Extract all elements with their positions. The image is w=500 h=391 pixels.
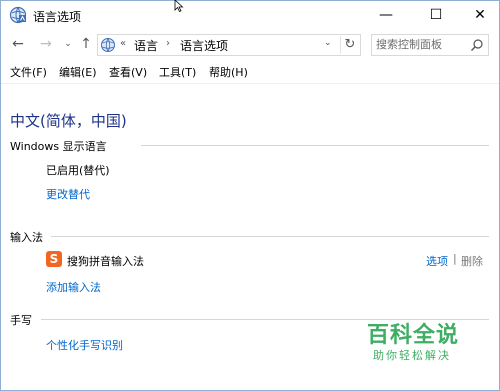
ime-options-link[interactable]: 选项 [426, 253, 448, 269]
back-arrow-icon[interactable]: ← [9, 35, 27, 53]
handwriting-label: 手写 [10, 312, 38, 328]
menu-tools[interactable]: 工具(T) [159, 64, 196, 80]
search-icon[interactable] [470, 38, 484, 52]
menu-bar: 文件(F) 编辑(E) 查看(V) 工具(T) 帮助(H) [1, 63, 499, 81]
breadcrumb-overflow[interactable]: « [120, 38, 126, 49]
menu-divider [1, 83, 499, 84]
forward-arrow-icon[interactable]: → [37, 35, 55, 53]
menu-file[interactable]: 文件(F) [10, 64, 47, 80]
watermark-slogan: 助你轻松解决 [373, 349, 451, 362]
link-separator: | [453, 252, 457, 265]
breadcrumb-separator-icon[interactable]: › [166, 38, 170, 49]
navigation-bar: ← → ⌄ ↑ « 语言 › 语言选项 ⌄ ↻ [1, 31, 499, 59]
maximize-button[interactable]: ☐ [413, 1, 459, 29]
recent-locations-chevron-icon[interactable]: ⌄ [59, 35, 77, 53]
display-language-status: 已启用(替代) [46, 164, 110, 177]
refresh-icon[interactable]: ↻ [340, 36, 359, 54]
search-box[interactable] [371, 34, 489, 56]
personalize-handwriting-link[interactable]: 个性化手写识别 [46, 337, 123, 353]
change-override-link[interactable]: 更改替代 [46, 186, 90, 202]
ime-remove-link[interactable]: 删除 [461, 253, 483, 269]
display-language-label: Windows 显示语言 [10, 138, 113, 154]
address-bar[interactable]: « 语言 › 语言选项 ⌄ ↻ [97, 34, 361, 56]
close-button[interactable]: ✕ [457, 1, 499, 29]
add-input-method-link[interactable]: 添加输入法 [46, 279, 101, 295]
breadcrumb-language-options[interactable]: 语言选项 [180, 37, 228, 54]
mouse-cursor-icon [174, 0, 184, 12]
up-arrow-icon[interactable]: ↑ [77, 35, 95, 53]
control-panel-language-icon [9, 6, 27, 24]
sogou-ime-icon: S [46, 251, 62, 267]
menu-help[interactable]: 帮助(H) [209, 64, 248, 80]
address-dropdown-icon[interactable]: ⌄ [324, 38, 332, 48]
input-method-label: 输入法 [10, 229, 49, 245]
window-title: 语言选项 [33, 10, 82, 24]
language-options-window: 语言选项 — ☐ ✕ ← → ⌄ ↑ « 语言 › 语言选项 ⌄ ↻ 搜索控制面… [0, 0, 500, 391]
menu-view[interactable]: 查看(V) [109, 64, 147, 80]
watermark-logo-text: 百科全说 [367, 323, 460, 348]
ime-name: 搜狗拼音输入法 [67, 255, 144, 268]
breadcrumb-language[interactable]: 语言 [134, 37, 158, 54]
display-language-divider [141, 145, 489, 146]
title-bar: 语言选项 — ☐ ✕ [1, 1, 499, 29]
menu-edit[interactable]: 编辑(E) [59, 64, 97, 80]
language-location-icon [101, 38, 115, 52]
input-method-divider [51, 236, 489, 237]
search-input[interactable] [376, 38, 466, 51]
minimize-button[interactable]: — [363, 1, 409, 29]
language-title: 中文(简体，中国) [10, 112, 127, 130]
